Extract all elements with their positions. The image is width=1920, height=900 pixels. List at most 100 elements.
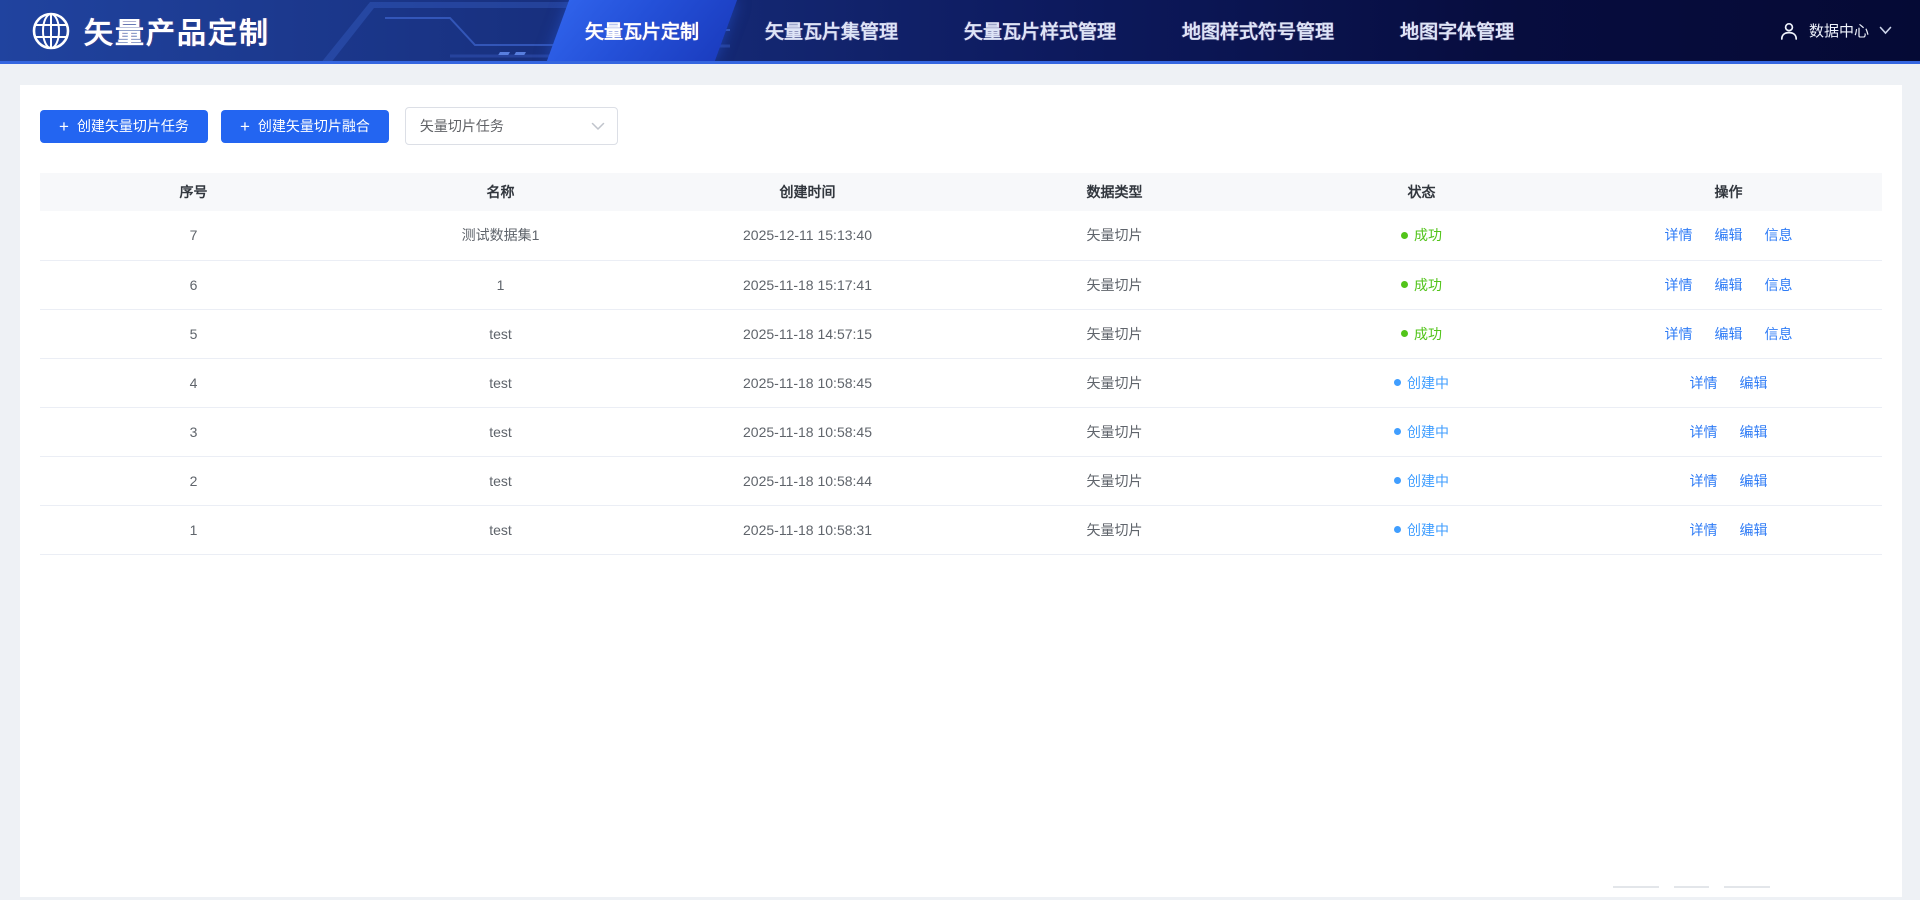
nav-tab-label: 矢量瓦片集管理 [765,17,898,44]
action-link-编辑[interactable]: 编辑 [1715,326,1743,342]
cell-status: 创建中 [1268,358,1575,407]
status-badge: 创建中 [1394,373,1449,393]
action-link-详情[interactable]: 详情 [1665,326,1693,342]
action-link-编辑[interactable]: 编辑 [1740,424,1768,440]
content-card: + 创建矢量切片任务 + 创建矢量切片融合 矢量切片任务 序号名称创建时间数据类… [20,85,1902,897]
status-dot-icon [1394,477,1401,484]
table-row: 1 test 2025-11-18 10:58:31 矢量切片 创建中 详情编辑 [40,505,1882,554]
table-row: 3 test 2025-11-18 10:58:45 矢量切片 创建中 详情编辑 [40,407,1882,456]
cell-actions: 详情 编辑 [1575,358,1882,407]
nav-tab-label: 矢量瓦片定制 [585,17,699,44]
action-link-详情[interactable]: 详情 [1665,277,1693,293]
cell-name: 1 [347,260,654,309]
status-badge: 成功 [1401,225,1442,245]
nav-tab[interactable]: 矢量瓦片定制 [552,0,732,61]
cell-status: 创建中 [1268,456,1575,505]
action-link-详情[interactable]: 详情 [1690,424,1718,440]
task-type-select-value: 矢量切片任务 [420,116,504,136]
globe-logo-icon [30,10,72,52]
status-badge: 创建中 [1394,422,1449,442]
nav-tab-label: 地图字体管理 [1400,17,1514,44]
cell-actions: 详情 编辑 [1575,505,1882,554]
cell-created-time: 2025-11-18 15:17:41 [654,260,961,309]
cell-data-type: 矢量切片 [961,260,1268,309]
app-header: 矢量产品定制 矢量瓦片定制 矢量瓦片集管理 矢量瓦片样式管理 地图样式符号管理 … [0,0,1920,64]
cell-status: 成功 [1268,211,1575,260]
status-dot-icon [1394,526,1401,533]
column-header: 状态 [1268,173,1575,211]
action-link-编辑[interactable]: 编辑 [1740,375,1768,391]
nav-tab[interactable]: 矢量瓦片样式管理 [931,0,1149,61]
cell-seq: 2 [40,456,347,505]
nav-tab[interactable]: 矢量瓦片集管理 [732,0,931,61]
cell-data-type: 矢量切片 [961,407,1268,456]
action-link-详情[interactable]: 详情 [1690,473,1718,489]
action-link-信息[interactable]: 信息 [1765,326,1793,342]
status-badge: 成功 [1401,324,1442,344]
plus-icon: + [59,118,69,135]
cell-name: 测试数据集1 [347,211,654,260]
nav-tab-label: 矢量瓦片样式管理 [964,17,1116,44]
table-row: 7 测试数据集1 2025-12-11 15:13:40 矢量切片 成功 详情编… [40,211,1882,260]
status-dot-icon [1401,232,1408,239]
task-table-header-row: 序号名称创建时间数据类型状态操作 [40,173,1882,211]
table-row: 5 test 2025-11-18 14:57:15 矢量切片 成功 详情编辑信… [40,309,1882,358]
cell-actions: 详情 编辑 信息 [1575,309,1882,358]
status-text: 创建中 [1407,422,1449,442]
cell-status: 创建中 [1268,407,1575,456]
action-link-详情[interactable]: 详情 [1690,522,1718,538]
action-link-信息[interactable]: 信息 [1765,227,1793,243]
cell-created-time: 2025-11-18 10:58:31 [654,505,961,554]
chevron-down-icon [1879,26,1892,35]
cell-seq: 3 [40,407,347,456]
page-background: + 创建矢量切片任务 + 创建矢量切片融合 矢量切片任务 序号名称创建时间数据类… [0,64,1920,897]
status-badge: 成功 [1401,275,1442,295]
app-title: 矢量产品定制 [84,10,270,52]
cell-status: 创建中 [1268,505,1575,554]
task-type-select[interactable]: 矢量切片任务 [405,107,618,145]
status-text: 成功 [1414,275,1442,295]
action-link-详情[interactable]: 详情 [1665,227,1693,243]
cell-data-type: 矢量切片 [961,309,1268,358]
action-link-详情[interactable]: 详情 [1690,375,1718,391]
column-header: 名称 [347,173,654,211]
cell-actions: 详情 编辑 信息 [1575,260,1882,309]
action-link-编辑[interactable]: 编辑 [1740,473,1768,489]
cell-created-time: 2025-11-18 10:58:44 [654,456,961,505]
user-name: 数据中心 [1809,20,1869,41]
action-link-信息[interactable]: 信息 [1765,277,1793,293]
cell-seq: 6 [40,260,347,309]
cell-created-time: 2025-11-18 10:58:45 [654,407,961,456]
toolbar: + 创建矢量切片任务 + 创建矢量切片融合 矢量切片任务 [40,107,1882,145]
task-table: 序号名称创建时间数据类型状态操作 7 测试数据集1 2025-12-11 15:… [40,173,1882,555]
status-dot-icon [1401,330,1408,337]
cell-created-time: 2025-11-18 10:58:45 [654,358,961,407]
task-table-head: 序号名称创建时间数据类型状态操作 [40,173,1882,211]
cell-status: 成功 [1268,309,1575,358]
action-link-编辑[interactable]: 编辑 [1740,522,1768,538]
nav-tab[interactable]: 地图字体管理 [1367,0,1547,61]
cell-data-type: 矢量切片 [961,456,1268,505]
status-badge: 创建中 [1394,520,1449,540]
status-text: 成功 [1414,324,1442,344]
user-menu[interactable]: 数据中心 [1779,0,1892,61]
select-chevron-down-icon [591,122,605,131]
pagination-placeholder [1613,886,1770,888]
action-link-编辑[interactable]: 编辑 [1715,227,1743,243]
create-tile-task-label: 创建矢量切片任务 [77,116,189,136]
column-header: 操作 [1575,173,1882,211]
action-link-编辑[interactable]: 编辑 [1715,277,1743,293]
cell-seq: 5 [40,309,347,358]
nav-tab[interactable]: 地图样式符号管理 [1149,0,1367,61]
create-tile-merge-button[interactable]: + 创建矢量切片融合 [221,110,389,143]
cell-status: 成功 [1268,260,1575,309]
cell-name: test [347,505,654,554]
column-header: 创建时间 [654,173,961,211]
cell-data-type: 矢量切片 [961,211,1268,260]
user-icon [1779,21,1799,41]
cell-name: test [347,309,654,358]
cell-actions: 详情 编辑 [1575,407,1882,456]
status-dot-icon [1401,281,1408,288]
table-row: 4 test 2025-11-18 10:58:45 矢量切片 创建中 详情编辑 [40,358,1882,407]
create-tile-task-button[interactable]: + 创建矢量切片任务 [40,110,208,143]
